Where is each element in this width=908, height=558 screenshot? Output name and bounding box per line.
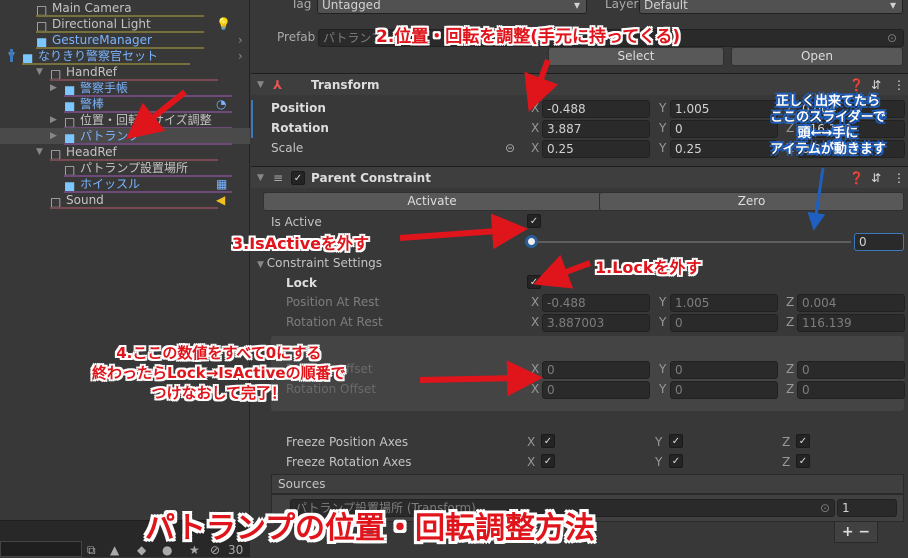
arrow-step2 xyxy=(524,58,559,112)
annotation-step1: 1.Lockを外す xyxy=(595,258,702,277)
annotation-step3: 3.IsActiveを外す xyxy=(232,234,369,253)
arrow-hint xyxy=(807,167,826,231)
annotation-step4: 4.ここの数値をすべて0にする 終わったらLock→IsActiveの順番で つけな… xyxy=(92,344,346,402)
arrow-step4 xyxy=(419,360,543,397)
annotation-title: パトランプの位置・回転調整方法 xyxy=(145,511,595,546)
annotation-arrows xyxy=(125,58,826,397)
arrow-hierarchy xyxy=(125,89,187,140)
annotation-hint: 正しく出来てたら ここのスライダーで 頭←→手に アイテムが動きます xyxy=(770,94,886,157)
annotation-step2: 2.位置・回転を調整(手元に持ってくる) xyxy=(376,27,681,47)
arrow-step3 xyxy=(399,213,528,250)
arrow-step1 xyxy=(533,254,592,289)
